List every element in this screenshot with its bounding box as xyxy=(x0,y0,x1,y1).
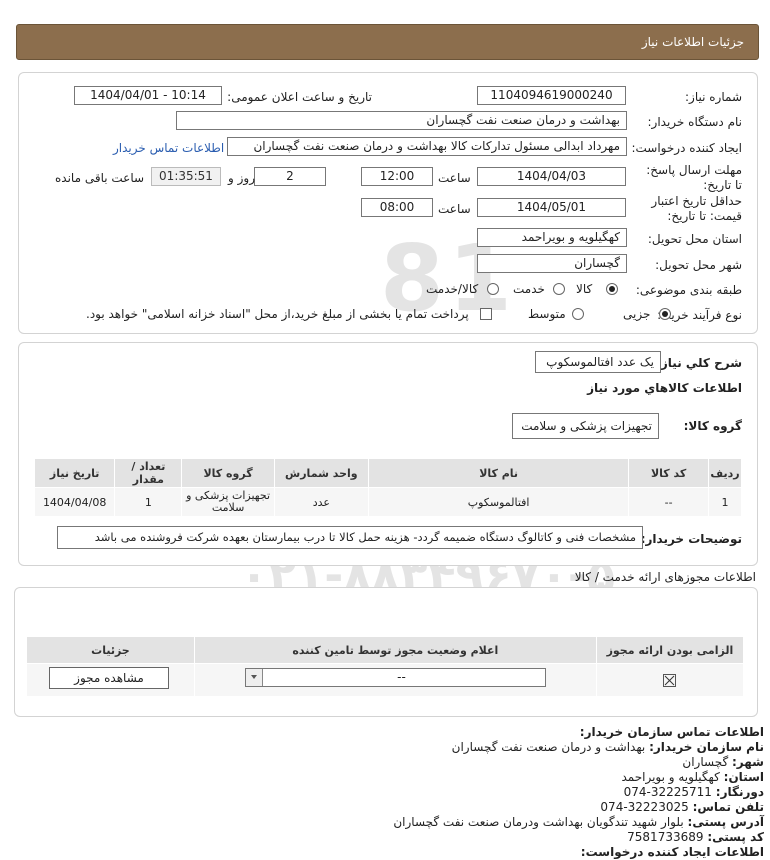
contact-creator-title: اطلاعات ایجاد کننده درخواست: xyxy=(580,845,764,859)
dropdown-arrow-icon[interactable] xyxy=(246,669,263,686)
cell-unit: عدد xyxy=(273,487,370,517)
days-field: 2 xyxy=(254,167,326,186)
buyer-contact-link[interactable]: اطلاعات تماس خریدار xyxy=(113,141,224,155)
contact-org-row: نام سازمان خریدار: بهداشت و درمان صنعت ن… xyxy=(4,740,764,755)
contact-address-value: بلوار شهید تندگویان بهداشت ودرمان صنعت ن… xyxy=(393,815,684,829)
col-name-header: نام کالا xyxy=(368,458,630,488)
buyer-notes-label: توضیحات خریدار: xyxy=(640,532,742,546)
city-field: گچساران xyxy=(477,254,627,273)
contact-phone-label: تلفن تماس: xyxy=(692,800,764,814)
validity-label: حداقل تاریخ اعتبار قیمت: تا تاریخ: xyxy=(651,194,742,223)
cell-name: افتالموسکوپ xyxy=(368,487,630,517)
permit-details-header: جزئیات xyxy=(26,636,195,664)
category-radio-goods[interactable] xyxy=(606,283,618,295)
cell-date: 1404/04/08 xyxy=(33,487,116,517)
buyer-org-field: بهداشت و درمان صنعت نفت گچساران xyxy=(176,111,627,130)
cell-group: تجهیزات پزشکی و سلامت xyxy=(181,487,275,517)
need-number-field: 1104094619000240 xyxy=(477,86,626,105)
table-row: 1 -- افتالموسکوپ عدد تجهیزات پزشکی و سلا… xyxy=(33,487,742,517)
deadline-time-field: 12:00 xyxy=(361,167,433,186)
goods-group-label: گروه کالا: xyxy=(683,419,742,433)
province-label: استان محل تحویل: xyxy=(647,232,742,246)
contact-province-label: استان: xyxy=(723,770,764,784)
contact-address-row: آدرس پستی: بلوار شهید تندگویان بهداشت ود… xyxy=(4,815,764,830)
contact-postal-label: کد پستی: xyxy=(707,830,764,844)
deadline-time-label: ساعت xyxy=(438,171,471,185)
permits-title: اطلاعات مجوزهای ارائه خدمت / کالا xyxy=(574,570,756,584)
contact-phone-value: 074-32223025 xyxy=(600,800,689,814)
contact-postal-row: کد پستی: 7581733689 xyxy=(4,830,764,845)
page-header: جزئیات اطلاعات نیاز xyxy=(16,24,759,60)
permit-status-header: اعلام وضعیت مجوز توسط تامین کننده xyxy=(193,636,597,664)
validity-time-label: ساعت xyxy=(438,202,471,216)
contact-city-value: گچساران xyxy=(682,755,729,769)
contact-address-label: آدرس پستی: xyxy=(687,815,764,829)
category-option-goods: کالا xyxy=(576,282,593,296)
province-field: کهگیلویه و بویراحمد xyxy=(477,228,627,247)
contact-fax-row: دورنگار: 074-32225711 xyxy=(4,785,764,800)
contact-province-row: استان: کهگیلویه و بویراحمد xyxy=(4,770,764,785)
permit-required-cell xyxy=(595,663,745,697)
need-number-label: شماره نیاز: xyxy=(685,90,742,104)
city-label: شهر محل تحویل: xyxy=(655,258,742,272)
general-description-label: شرح کلي نياز: xyxy=(656,356,742,370)
goods-table-header-row: رديف کد کالا نام کالا واحد شمارش گروه کا… xyxy=(33,458,742,488)
contact-title: اطلاعات تماس سازمان خریدار: xyxy=(579,725,764,739)
contact-city-row: شهر: گچساران xyxy=(4,755,764,770)
permit-required-header: الزامی بودن ارائه مجوز xyxy=(595,636,745,664)
view-permit-button[interactable]: مشاهده مجوز xyxy=(49,667,169,689)
validity-time-field: 08:00 xyxy=(361,198,433,217)
remaining-time-field: 01:35:51 xyxy=(151,167,221,186)
treasury-note: پرداخت تمام یا بخشی از مبلغ خرید،از محل … xyxy=(86,307,469,321)
contact-province-value: کهگیلویه و بویراحمد xyxy=(621,770,720,784)
permit-status-select[interactable]: -- xyxy=(245,668,546,687)
category-radio-goods-service[interactable] xyxy=(487,283,499,295)
col-row-header: رديف xyxy=(708,458,742,488)
cell-qty: 1 xyxy=(114,487,183,517)
buyer-notes-field: مشخصات فنی و کاتالوگ دستگاه ضمیمه گردد- … xyxy=(57,526,643,549)
deadline-date-field: 1404/04/03 xyxy=(477,167,626,186)
validity-date-field: 1404/05/01 xyxy=(477,198,626,217)
permit-status-value: -- xyxy=(397,670,406,684)
process-radio-minor[interactable] xyxy=(659,308,671,320)
announce-label: تاریخ و ساعت اعلان عمومی: xyxy=(227,90,372,104)
creator-field: مهرداد ابدالی مسئول تدارکات کالا بهداشت … xyxy=(227,137,627,156)
remaining-label: ساعت باقی مانده xyxy=(55,171,145,185)
category-radio-service[interactable] xyxy=(553,283,565,295)
col-qty-header: تعداد / مقدار xyxy=(114,458,183,488)
category-option-service: خدمت xyxy=(513,282,545,296)
category-label: طبقه بندی موضوعی: xyxy=(635,283,742,297)
contact-fax-value: 074-32225711 xyxy=(623,785,712,799)
goods-table: رديف کد کالا نام کالا واحد شمارش گروه کا… xyxy=(33,458,742,517)
col-date-header: تاریخ نیاز xyxy=(33,458,116,488)
col-unit-header: واحد شمارش xyxy=(273,458,370,488)
goods-group-field: تجهیزات پزشکی و سلامت xyxy=(512,413,659,439)
treasury-checkbox[interactable] xyxy=(480,308,492,320)
contact-city-label: شهر: xyxy=(732,755,764,769)
buyer-org-label: نام دستگاه خریدار: xyxy=(647,115,743,129)
required-checkbox-icon xyxy=(663,673,677,687)
process-option-minor: جزیی xyxy=(623,307,651,321)
contact-org-value: بهداشت و درمان صنعت نفت گچساران xyxy=(451,740,646,754)
col-code-header: کد کالا xyxy=(628,458,710,488)
general-description-field: یک عدد افتالموسکوپ xyxy=(535,351,661,373)
contact-postal-value: 7581733689 xyxy=(627,830,704,844)
deadline-label: مهلت ارسال پاسخ: تا تاریخ: xyxy=(646,163,742,192)
days-label: روز و xyxy=(228,171,255,185)
goods-info-title: اطلاعات کالاهاي مورد نياز xyxy=(587,381,742,395)
contact-phone-row: تلفن تماس: 074-32223025 xyxy=(4,800,764,815)
cell-row: 1 xyxy=(708,487,742,517)
page-title: جزئیات اطلاعات نیاز xyxy=(641,35,744,49)
creator-label: ایجاد کننده درخواست: xyxy=(631,141,742,155)
process-radio-medium[interactable] xyxy=(572,308,584,320)
process-option-medium: متوسط xyxy=(528,307,566,321)
announce-field: 1404/04/01 - 10:14 xyxy=(74,86,222,105)
category-option-goods-service: کالا/خدمت xyxy=(426,282,479,296)
permits-header-row: الزامی بودن ارائه مجوز اعلام وضعیت مجوز … xyxy=(26,636,745,664)
contact-org-label: نام سازمان خریدار: xyxy=(649,740,764,754)
col-group-header: گروه کالا xyxy=(181,458,275,488)
cell-code: -- xyxy=(628,487,710,517)
contact-section: اطلاعات تماس سازمان خریدار: نام سازمان خ… xyxy=(4,725,764,860)
contact-fax-label: دورنگار: xyxy=(715,785,764,799)
